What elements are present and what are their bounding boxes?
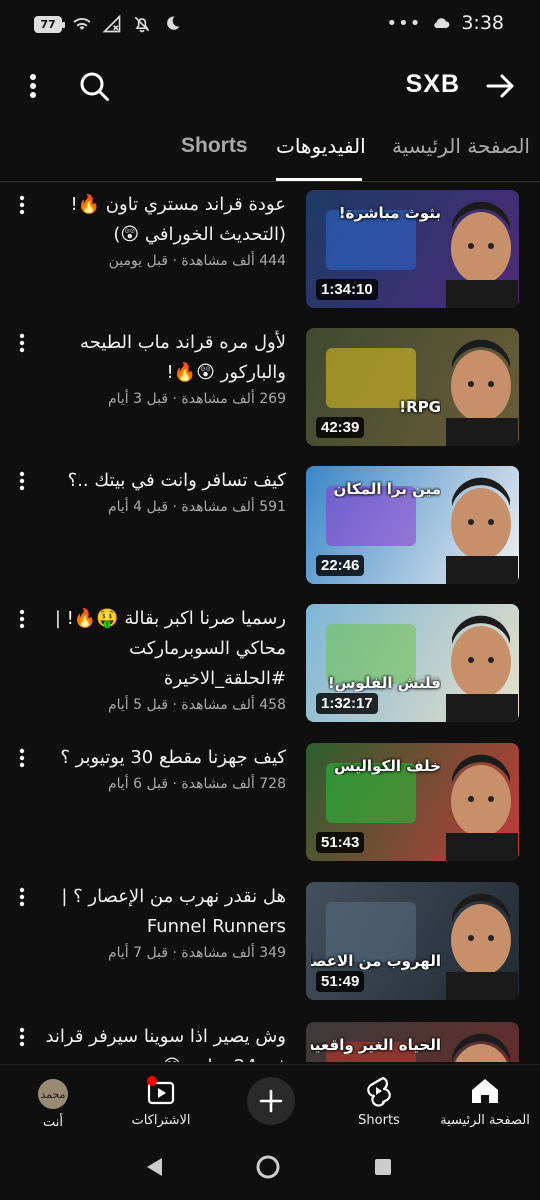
nav-you-label: أنت [43,1115,63,1130]
video-title[interactable]: عودة قراند مستري تاون 🔥! (التحديث الخورا… [40,190,286,250]
subscriptions-icon [147,1076,175,1105]
more-vert-icon[interactable] [14,608,30,630]
video-row[interactable]: وش يصير اذا سوينا سيرفر قراند في 24 ساعه… [0,1014,540,1062]
nav-create[interactable] [216,1073,326,1125]
create-button[interactable] [247,1077,295,1125]
video-duration: 51:49 [316,971,365,992]
video-thumbnail[interactable]: خلف الكواليس 51:43 [306,743,519,861]
tab-shorts[interactable]: Shorts [181,134,248,158]
more-vert-icon[interactable] [14,747,30,769]
video-thumbnail[interactable]: قلتش الفلوس! 1:32:17 [306,604,519,722]
thumbnail-caption: RPG! [399,398,441,416]
nav-subscriptions-label: الاشتراكات [131,1113,191,1128]
video-title[interactable]: كيف تسافر وانت في بيتك ..؟ [40,466,286,496]
video-info: وش يصير اذا سوينا سيرفر قراند في 24 ساعه… [40,1022,286,1062]
more-vert-icon[interactable] [14,194,30,216]
video-meta: 458 ألف مشاهدة · قبل 5 أيام [107,697,286,713]
video-meta: 349 ألف مشاهدة · قبل 7 أيام [107,945,286,961]
video-info: عودة قراند مستري تاون 🔥! (التحديث الخورا… [40,190,286,272]
video-thumbnail[interactable]: الحياه الغير واقعيه! [306,1022,519,1062]
system-back-icon[interactable] [144,1156,164,1178]
status-overflow: ••• [386,12,422,34]
more-vert-icon[interactable] [14,470,30,492]
video-thumbnail[interactable]: بثوث مباشرة! 1:34:10 [306,190,519,308]
video-title[interactable]: لأول مره قراند ماب الطيحه والباركور 😲🔥! [40,328,286,388]
video-info: لأول مره قراند ماب الطيحه والباركور 😲🔥! 2… [40,328,286,410]
video-list[interactable]: عودة قراند مستري تاون 🔥! (التحديث الخورا… [0,182,540,1062]
more-vert-icon[interactable] [14,886,30,908]
video-thumbnail[interactable]: الهروب من الاعصار!51:49 [306,882,519,1000]
top-app-bar: SXB [0,56,540,116]
nav-shorts-label: Shorts [358,1113,400,1128]
wifi-icon [73,18,91,30]
status-time: 3:38 [461,12,504,34]
video-title[interactable]: كيف جهزنا مقطع 30 يوتيوبر ؟ [40,743,286,773]
thumbnail-caption: خلف الكواليس [333,757,441,775]
nav-shorts[interactable]: Shorts [324,1073,434,1128]
channel-tabs: Shorts الفيديوهات الصفحة الرئيسية [0,128,540,181]
thumbnail-caption: الحياه الغير واقعيه! [311,1036,441,1054]
video-meta: 269 ألف مشاهدة · قبل 3 أيام [107,391,286,407]
home-icon [472,1079,498,1103]
video-title[interactable]: وش يصير اذا سوينا سيرفر قراند في 24 ساعه… [40,1022,286,1062]
video-duration: 1:32:17 [316,693,378,714]
channel-name: SXB [405,70,460,98]
video-row[interactable]: رسميا صرنا اكبر بقالة 🤑🔥! | محاكي السوبر… [0,596,540,734]
cloud-icon [434,18,450,28]
thumbnail-caption: مين برا المكان [333,480,441,498]
video-duration: 1:34:10 [316,279,378,300]
arrow-icon[interactable] [484,69,518,103]
video-row[interactable]: عودة قراند مستري تاون 🔥! (التحديث الخورا… [0,182,540,320]
video-info: كيف جهزنا مقطع 30 يوتيوبر ؟ 728 ألف مشاهد… [40,743,286,795]
thumbnail-caption: بثوث مباشرة! [338,204,441,222]
video-duration: 22:46 [316,555,365,576]
plus-icon [259,1089,283,1113]
system-navigation [0,1138,540,1200]
video-row[interactable]: كيف تسافر وانت في بيتك ..؟ 591 ألف مشاهدة… [0,458,540,596]
video-title[interactable]: رسميا صرنا اكبر بقالة 🤑🔥! | محاكي السوبر… [40,604,286,694]
search-icon[interactable] [76,68,112,104]
thumbnail-caption: الهروب من الاعصار! [311,952,441,970]
moon-icon [167,16,180,30]
tab-videos[interactable]: الفيديوهات [276,134,366,158]
video-thumbnail[interactable]: RPG! 42:39 [306,328,519,446]
video-row[interactable]: كيف جهزنا مقطع 30 يوتيوبر ؟ 728 ألف مشاهد… [0,735,540,873]
bell-muted-icon [134,16,150,33]
nav-you[interactable]: محمد أنت [0,1073,106,1130]
nav-home[interactable]: الصفحة الرئيسية [430,1073,540,1128]
thumbnail-caption: قلتش الفلوس! [327,674,441,692]
video-info: كيف تسافر وانت في بيتك ..؟ 591 ألف مشاهدة… [40,466,286,518]
nav-home-label: الصفحة الرئيسية [440,1113,530,1128]
video-info: هل نقدر نهرب من الإعصار ؟ | Funnel Runne… [40,882,286,964]
signal-off-icon [102,14,121,33]
video-meta: 728 ألف مشاهدة · قبل 6 أيام [107,776,286,792]
tab-home[interactable]: الصفحة الرئيسية [392,134,530,158]
video-title[interactable]: هل نقدر نهرب من الإعصار ؟ | Funnel Runne… [40,882,286,942]
video-duration: 42:39 [316,417,365,438]
video-row[interactable]: لأول مره قراند ماب الطيحه والباركور 😲🔥! 2… [0,320,540,458]
video-thumbnail[interactable]: مين برا المكان 22:46 [306,466,519,584]
shorts-icon [367,1076,391,1107]
video-meta: 444 ألف مشاهدة · قبل يومين [108,253,286,269]
system-home-icon[interactable] [255,1154,281,1180]
more-vert-icon[interactable] [14,1026,30,1048]
more-vert-icon[interactable] [14,332,30,354]
status-left: 77 [34,14,182,34]
bottom-navigation: محمد أنت الاشتراكات Shorts الصفحة الرئيس… [0,1064,540,1138]
nav-subscriptions[interactable]: الاشتراكات [106,1073,216,1128]
more-vert-icon[interactable] [18,68,48,104]
video-row[interactable]: هل نقدر نهرب من الإعصار ؟ | Funnel Runne… [0,874,540,1012]
avatar: محمد [38,1079,68,1109]
status-right: ••• 3:38 [386,12,504,34]
battery-indicator: 77 [34,15,65,33]
video-info: رسميا صرنا اكبر بقالة 🤑🔥! | محاكي السوبر… [40,604,286,716]
video-meta: 591 ألف مشاهدة · قبل 4 أيام [107,499,286,515]
status-bar: 77 ••• 3:38 [0,0,540,48]
video-duration: 51:43 [316,832,365,853]
system-recents-icon[interactable] [373,1157,393,1177]
